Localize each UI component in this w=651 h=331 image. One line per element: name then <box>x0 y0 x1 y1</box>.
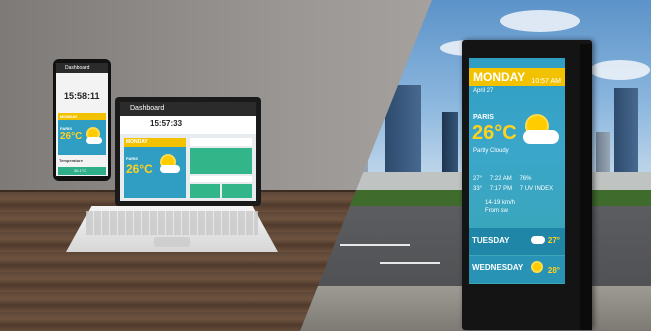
sun-icon <box>533 263 541 271</box>
kiosk-high: 27° <box>473 176 483 182</box>
kiosk-temperature: 26°C <box>472 122 517 144</box>
laptop-panel <box>190 176 252 182</box>
kiosk-day: MONDAY <box>473 70 526 84</box>
kiosk-city: PARIS <box>473 114 494 121</box>
kiosk-wind-speed: 14-19 km/h <box>485 200 516 206</box>
kiosk-date: April 27 <box>473 88 494 94</box>
laptop-green-tile <box>190 148 252 174</box>
kiosk-wind-dir: From sw <box>485 208 508 214</box>
laptop-temperature: 26°C <box>126 162 153 176</box>
laptop-city: PARIS <box>126 156 138 161</box>
laptop-touchpad <box>154 237 190 247</box>
cloud-icon <box>160 165 180 173</box>
forecast-temp-1: 27° <box>547 236 560 245</box>
scene: MONDAY April 27 10:57 AM PARIS 26°C Part… <box>0 0 651 331</box>
kiosk-sunrise: 7:22 AM <box>489 176 512 182</box>
kiosk-uv: 7 UV INDEX <box>519 186 554 192</box>
laptop-keyboard <box>86 211 258 235</box>
cloud-icon <box>523 130 559 144</box>
kiosk-humidity: 76% <box>519 176 532 182</box>
phone-temperature: 26°C <box>60 131 83 142</box>
kiosk-time: 10:57 AM <box>531 78 561 85</box>
laptop-clock-bar <box>120 116 256 134</box>
phone-weather-card: MONDAY PARIS 26°C <box>58 113 106 155</box>
cloud-icon <box>531 236 545 244</box>
kiosk-side-panel <box>580 44 592 330</box>
cloud <box>590 60 650 80</box>
kiosk-row-1: 27° 7:22 AM 76% <box>473 176 537 182</box>
forecast-temp-2: 28° <box>547 266 560 275</box>
phone-display: Dashboard 15:58:11 MONDAY PARIS 26°C Tem… <box>56 63 108 176</box>
laptop-green-tile <box>190 184 220 198</box>
laptop-weather-card: MONDAY PARIS 26°C <box>124 138 186 198</box>
kiosk-row-2: 33° 7:17 PM 7 UV INDEX <box>473 186 559 192</box>
kiosk-condition: Partly Cloudy <box>473 148 509 154</box>
cloud-icon <box>86 137 102 144</box>
forecast-day-2: WEDNESDAY <box>472 263 524 272</box>
phone-title: Dashboard <box>65 65 90 71</box>
laptop-display: Dashboard 15:57:33 MONDAY PARIS 26°C <box>120 102 256 201</box>
laptop-green-tile <box>222 184 252 198</box>
lane-marking <box>340 244 410 246</box>
laptop-day: MONDAY <box>126 139 148 145</box>
laptop-panel <box>190 138 252 146</box>
kiosk-screen: MONDAY April 27 10:57 AM PARIS 26°C Part… <box>469 58 565 284</box>
phone-green-temp: 36.1°C <box>74 168 87 173</box>
lane-marking <box>380 262 440 264</box>
kiosk-sunset: 7:17 PM <box>489 186 513 192</box>
cloud <box>500 10 580 32</box>
phone-clock: 15:58:11 <box>64 91 100 101</box>
laptop-title: Dashboard <box>130 105 165 112</box>
forecast-day-1: TUESDAY <box>472 236 510 245</box>
kiosk-low: 33° <box>473 186 483 192</box>
laptop-clock: 15:57:33 <box>150 119 183 128</box>
phone-section-label: Temperature <box>59 158 83 163</box>
phone-day: MONDAY <box>60 114 78 119</box>
